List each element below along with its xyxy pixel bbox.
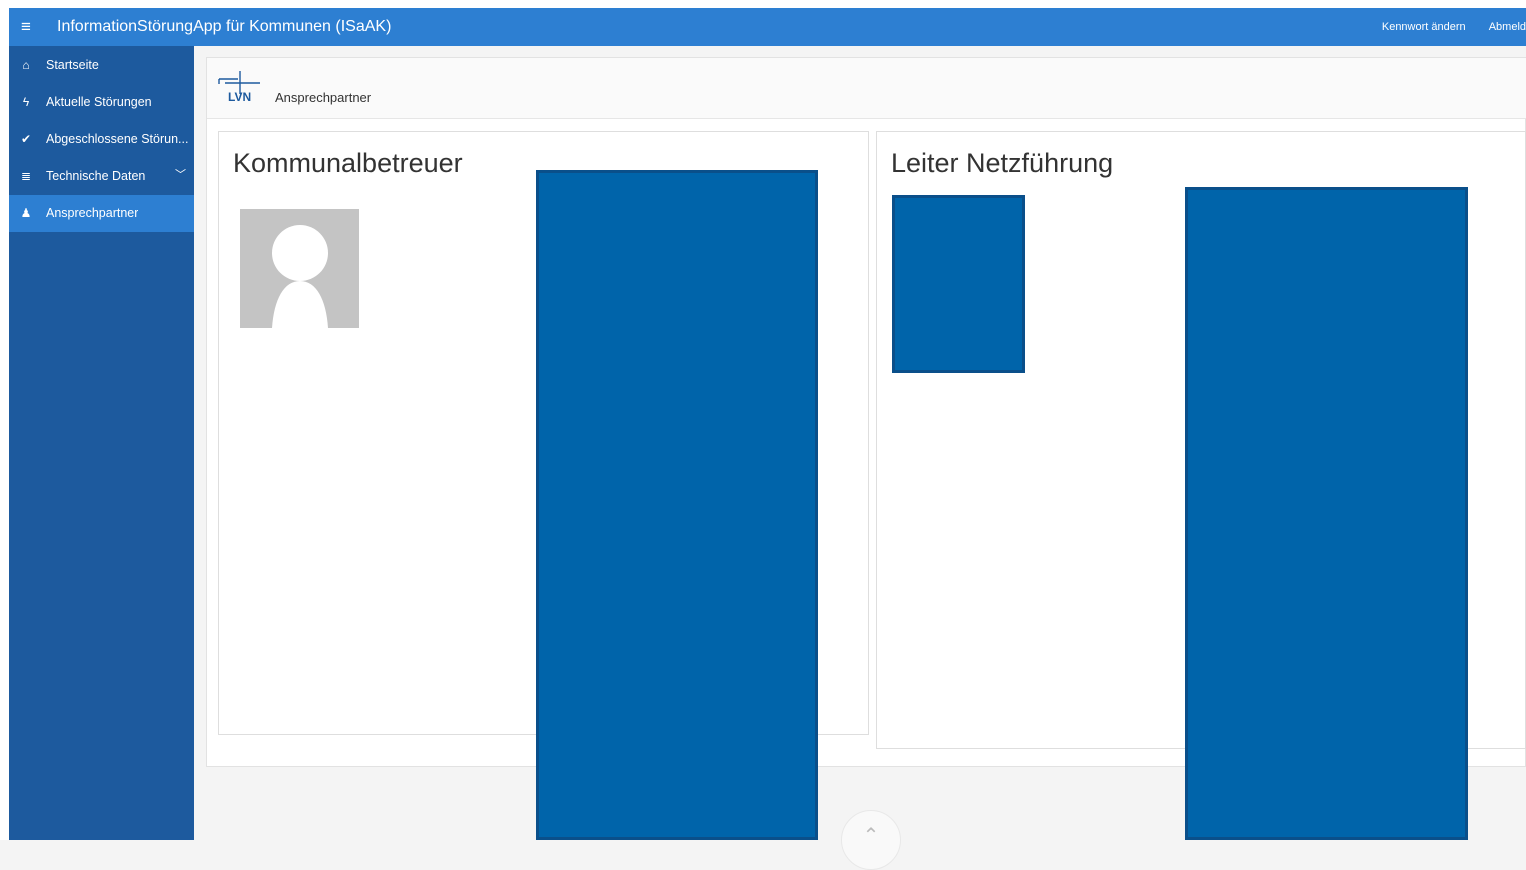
- sidebar-item-label: Aktuelle Störungen: [46, 95, 152, 109]
- card-title: Leiter Netzführung: [891, 148, 1114, 178]
- check-icon: ✔: [20, 132, 32, 146]
- person-icon: ♟: [20, 206, 32, 220]
- window-top-margin: [0, 0, 1526, 8]
- card-title: Kommunalbetreuer: [233, 148, 463, 178]
- avatar-placeholder: [240, 209, 359, 328]
- scroll-to-top-button[interactable]: ⌃: [841, 810, 901, 870]
- sidebar-item-aktuelle-stoerungen[interactable]: ϟ Aktuelle Störungen: [9, 84, 194, 121]
- breadcrumb: Ansprechpartner: [275, 90, 372, 105]
- hamburger-icon[interactable]: ≡: [21, 18, 31, 36]
- lightning-icon: ϟ: [22, 95, 30, 109]
- app-title: InformationStörungApp für Kommunen (ISaA…: [57, 18, 392, 35]
- sidebar-navigation: ⌂ Startseite ϟ Aktuelle Störungen ✔ Abge…: [9, 46, 194, 840]
- sidebar-item-ansprechpartner[interactable]: ♟ Ansprechpartner: [9, 195, 194, 232]
- change-password-link[interactable]: Kennwort ändern: [1382, 21, 1466, 33]
- window-left-margin: [0, 0, 9, 840]
- sidebar-item-label: Technische Daten: [46, 169, 146, 183]
- person-silhouette-icon: [272, 225, 328, 328]
- sidebar-item-abgeschlossene-stoerungen[interactable]: ✔ Abgeschlossene Störun...: [9, 121, 194, 158]
- sidebar-item-startseite[interactable]: ⌂ Startseite: [9, 46, 194, 84]
- redacted-block: [892, 195, 1025, 373]
- sidebar-item-label: Abgeschlossene Störun...: [46, 132, 189, 146]
- top-navigation-bar: ≡ InformationStörungApp für Kommunen (IS…: [9, 8, 1526, 46]
- sidebar-item-label: Startseite: [46, 58, 99, 72]
- chevron-down-icon[interactable]: ﹀: [175, 157, 186, 194]
- sidebar-item-label: Ansprechpartner: [46, 206, 139, 220]
- lvn-logo: LVN: [218, 71, 260, 104]
- logo-text: LVN: [228, 90, 251, 104]
- breadcrumb-header: LVN Ansprechpartner: [207, 58, 1526, 119]
- home-icon: ⌂: [22, 58, 30, 72]
- redacted-block: [1185, 187, 1468, 840]
- redacted-block: [536, 170, 818, 840]
- top-nav-links: Kennwort ändern Abmeld: [1362, 21, 1526, 33]
- logout-link[interactable]: Abmeld: [1489, 21, 1526, 33]
- sidebar-item-technische-daten[interactable]: ≣ Technische Daten ﹀: [9, 158, 194, 195]
- database-icon: ≣: [20, 169, 32, 183]
